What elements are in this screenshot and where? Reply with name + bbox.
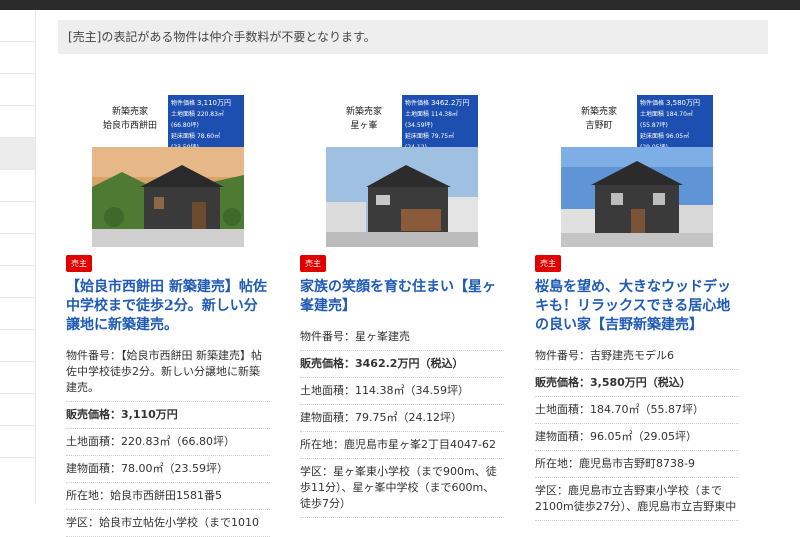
- sidebar-item[interactable]: [0, 298, 35, 330]
- detail-address: 所在地：鹿児島市吉野町8738-9: [535, 451, 739, 478]
- detail-price-text: 販売価格：3,110万円: [66, 408, 178, 421]
- property-card[interactable]: 新築売家 星ヶ峯 物件価格 3462.2万円 土地面積 114.38㎡ (34.…: [300, 95, 504, 518]
- thumbnail-spec-box: 物件価格 3462.2万円 土地面積 114.38㎡ (34.59坪) 延床面積…: [402, 95, 478, 151]
- spec-label: 物件価格: [171, 100, 196, 107]
- house-photo: [561, 147, 713, 247]
- sidebar-item-active[interactable]: [0, 138, 35, 170]
- sidebar-item[interactable]: [0, 266, 35, 298]
- property-thumbnail[interactable]: 新築売家 姶良市西餅田 物件価格 3,110万円 土地面積 220.83㎡ (6…: [92, 95, 244, 247]
- spec-label: 延床面積: [171, 133, 196, 140]
- spec-price: 3462.2万円: [430, 99, 470, 107]
- sidebar: [0, 10, 36, 503]
- detail-land: 土地面積：220.83㎡（66.80坪）: [66, 429, 270, 456]
- detail-id: 物件番号：吉野建売モデル6: [535, 343, 739, 370]
- spec-label: 物件価格: [405, 100, 430, 107]
- spec-price: 3,580万円: [665, 99, 700, 107]
- detail-school: 学区：姶良市立帖佐小学校（まで1010: [66, 510, 270, 537]
- property-details: 物件番号：星ヶ峯建売 販売価格：3462.2万円（税込） 土地面積：114.38…: [300, 324, 504, 518]
- property-card[interactable]: 新築売家 姶良市西餅田 物件価格 3,110万円 土地面積 220.83㎡ (6…: [66, 95, 270, 537]
- spec-label: 土地面積: [171, 111, 196, 118]
- sidebar-item[interactable]: [0, 330, 35, 362]
- sidebar-item[interactable]: [0, 42, 35, 74]
- detail-school: 学区：鹿児島市立吉野東小学校（まで2100m徒歩27分）、鹿児島市立吉野東中: [535, 478, 739, 521]
- seller-badge: 売主: [300, 255, 326, 272]
- house-photo: [92, 147, 244, 247]
- thumbnail-caption: 新築売家 吉野町: [561, 95, 637, 147]
- detail-price: 販売価格：3,110万円: [66, 402, 270, 429]
- thumbnail-caption-area: 吉野町: [585, 121, 613, 131]
- detail-id: 物件番号：星ヶ峯建売: [300, 324, 504, 351]
- sidebar-item[interactable]: [0, 10, 35, 42]
- sidebar-item[interactable]: [0, 106, 35, 138]
- detail-price: 販売価格：3,580万円（税込）: [535, 370, 739, 397]
- property-details: 物件番号：【姶良市西餅田 新築建売】帖佐中学校徒歩2分。新しい分譲地に新築建売。…: [66, 343, 270, 537]
- detail-land: 土地面積：114.38㎡（34.59坪）: [300, 378, 504, 405]
- thumbnail-spec-box: 物件価格 3,580万円 土地面積 184.70㎡ (55.87坪) 延床面積 …: [637, 95, 713, 151]
- spec-label: 延床面積: [640, 133, 665, 140]
- thumbnail-caption-type: 新築売家: [111, 107, 148, 117]
- detail-address: 所在地：姶良市西餅田1581番5: [66, 483, 270, 510]
- spec-label: 土地面積: [640, 111, 665, 118]
- detail-building: 建物面積：96.05㎡（29.05坪）: [535, 424, 739, 451]
- commission-notice: [売主]の表記がある物件は仲介手数料が不要となります。: [58, 20, 768, 54]
- seller-badge: 売主: [66, 255, 92, 272]
- sidebar-item[interactable]: [0, 170, 35, 202]
- thumbnail-caption: 新築売家 星ヶ峯: [326, 95, 402, 147]
- thumbnail-caption-type: 新築売家: [580, 107, 617, 117]
- spec-label: 延床面積: [405, 133, 430, 140]
- thumbnail-caption-type: 新築売家: [345, 107, 382, 117]
- detail-id: 物件番号：【姶良市西餅田 新築建売】帖佐中学校徒歩2分。新しい分譲地に新築建売。: [66, 343, 270, 402]
- spec-label: 土地面積: [405, 111, 430, 118]
- property-title[interactable]: 家族の笑顔を育む住まい【星ヶ峯建売】: [300, 278, 504, 316]
- detail-address: 所在地：鹿児島市星ヶ峯2丁目4047-62: [300, 432, 504, 459]
- sidebar-item[interactable]: [0, 426, 35, 458]
- property-thumbnail[interactable]: 新築売家 吉野町 物件価格 3,580万円 土地面積 184.70㎡ (55.8…: [561, 95, 713, 247]
- sidebar-item[interactable]: [0, 362, 35, 394]
- thumbnail-caption: 新築売家 姶良市西餅田: [92, 95, 168, 147]
- thumbnail-caption-area: 姶良市西餅田: [102, 121, 157, 131]
- property-title[interactable]: 【姶良市西餅田 新築建売】帖佐中学校まで徒歩2分。新しい分譲地に新築建売。: [66, 278, 270, 335]
- sidebar-item[interactable]: [0, 234, 35, 266]
- property-details: 物件番号：吉野建売モデル6 販売価格：3,580万円（税込） 土地面積：184.…: [535, 343, 739, 521]
- detail-price-text: 販売価格：3,580万円（税込）: [535, 376, 691, 389]
- property-title[interactable]: 桜島を望め、大きなウッドデッキも！リラックスできる居心地の良い家【吉野新築建売】: [535, 278, 739, 335]
- sidebar-item[interactable]: [0, 74, 35, 106]
- seller-badge: 売主: [535, 255, 561, 272]
- thumbnail-spec-box: 物件価格 3,110万円 土地面積 220.83㎡ (66.80坪) 延床面積 …: [168, 95, 244, 151]
- detail-price-text: 販売価格：3462.2万円（税込）: [300, 357, 464, 370]
- spec-price: 3,110万円: [196, 99, 231, 107]
- thumbnail-caption-area: 星ヶ峯: [350, 121, 378, 131]
- detail-building: 建物面積：78.00㎡（23.59坪）: [66, 456, 270, 483]
- sidebar-item[interactable]: [0, 394, 35, 426]
- detail-building: 建物面積：79.75㎡（24.12坪）: [300, 405, 504, 432]
- property-card[interactable]: 新築売家 吉野町 物件価格 3,580万円 土地面積 184.70㎡ (55.8…: [535, 95, 739, 521]
- detail-school: 学区：星ヶ峯東小学校（まで900m、徒歩11分）、星ヶ峯中学校（まで600m、徒…: [300, 459, 504, 518]
- detail-price: 販売価格：3462.2万円（税込）: [300, 351, 504, 378]
- property-thumbnail[interactable]: 新築売家 星ヶ峯 物件価格 3462.2万円 土地面積 114.38㎡ (34.…: [326, 95, 478, 247]
- browser-top-bar: [0, 0, 800, 10]
- sidebar-item[interactable]: [0, 202, 35, 234]
- spec-label: 物件価格: [640, 100, 665, 107]
- detail-land: 土地面積：184.70㎡（55.87坪）: [535, 397, 739, 424]
- house-photo: [326, 147, 478, 247]
